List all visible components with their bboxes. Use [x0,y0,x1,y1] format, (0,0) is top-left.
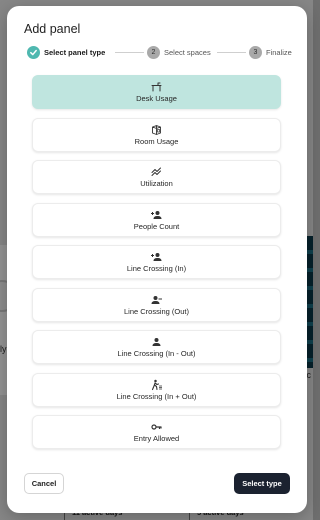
panel-type-line-crossing-in-plus-out[interactable]: Line Crossing (In + Out) [32,372,281,407]
panel-type-line-crossing-in-minus-out[interactable]: Line Crossing (In - Out) [32,330,281,364]
step-finalize: 3 Finalize [249,45,292,59]
step-connector [115,52,144,53]
panel-type-label: Line Crossing (In) [126,264,187,274]
stepper: Select panel type 2 Select spaces 3 Fina… [27,45,293,59]
panel-type-line-crossing-in[interactable]: Line Crossing (In) [32,245,281,279]
panel-type-people-count[interactable]: People Count [32,202,281,237]
step-select-panel-type: Select panel type [27,45,105,59]
panel-type-label: Line Crossing (Out) [123,306,190,316]
panel-type-desk-usage[interactable]: Desk Usage [32,75,281,109]
person-add-icon [151,210,162,219]
panel-type-line-crossing-out[interactable]: Line Crossing (Out) [32,287,281,322]
step-number: 2 [147,45,160,59]
step-connector [217,52,246,53]
step-label: Finalize [266,47,292,57]
person-walking-icon [151,379,162,390]
desk-icon [151,82,162,92]
panel-type-label: Line Crossing (In + Out) [116,391,197,401]
panel-type-label: Line Crossing (In - Out) [117,349,196,359]
panel-type-label: Room Usage [134,136,179,146]
step-number: 3 [249,45,262,59]
trend-icon [151,167,161,177]
key-icon [151,424,162,430]
cancel-button[interactable]: Cancel [24,473,64,494]
person-icon [152,338,161,347]
select-type-button[interactable]: Select type [234,473,290,494]
panel-type-room-usage[interactable]: Room Usage [32,117,281,152]
panel-type-utilization[interactable]: Utilization [32,160,281,194]
add-panel-dialog: Add panel Select panel type 2 Select spa… [7,6,307,513]
person-remove-icon [151,295,162,304]
check-icon [27,45,40,59]
panel-type-entry-allowed[interactable]: Entry Allowed [32,415,281,449]
panel-type-label: Desk Usage [136,94,177,104]
step-select-spaces: 2 Select spaces [147,45,211,59]
room-icon [152,124,161,135]
panel-type-label: People Count [133,221,180,231]
dialog-title: Add panel [24,22,81,36]
step-label: Select panel type [44,47,106,57]
panel-type-label: Entry Allowed [133,434,180,444]
step-label: Select spaces [164,47,211,57]
person-add-icon [151,253,162,262]
panel-type-label: Utilization [140,179,173,189]
